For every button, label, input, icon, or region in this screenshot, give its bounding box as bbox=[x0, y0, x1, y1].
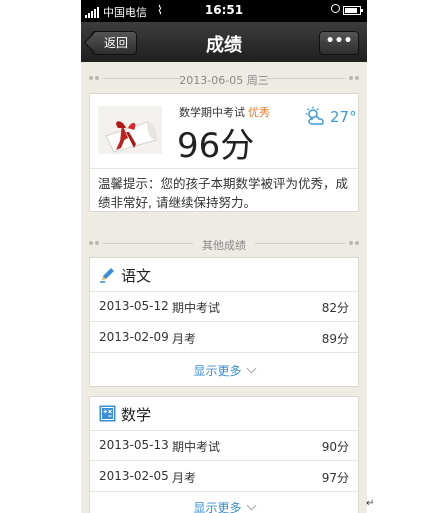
record-score: 90分 bbox=[321, 440, 349, 454]
score-row[interactable]: 2013-02-09 月考 89分 bbox=[90, 322, 358, 353]
status-time: 16:51 bbox=[204, 3, 244, 17]
math-icon bbox=[99, 405, 116, 422]
divider bbox=[90, 168, 358, 169]
status-bar: 中国电信 ⌇ 16:51 bbox=[81, 0, 367, 22]
alarm-icon bbox=[331, 4, 340, 13]
date-separator: 2013-06-05 周三 bbox=[89, 72, 359, 87]
partly-cloudy-icon bbox=[305, 106, 324, 125]
subject-card-chinese: 语文 2013-05-12 期中考试 82分 2013-02-09 月考 89分… bbox=[89, 257, 359, 387]
navigation-bar: 返回 成绩 ••• bbox=[81, 22, 367, 62]
latest-score-card[interactable]: 数学期中考试 优秀 96分 27° 温馨提示：您的孩子本期数学被评为优秀，成绩非… bbox=[89, 93, 359, 212]
other-scores-separator: 其他成绩 bbox=[89, 237, 359, 252]
record-exam: 月考 bbox=[172, 471, 197, 485]
return-mark: ↵ bbox=[366, 498, 375, 509]
subject-name: 语文 bbox=[121, 267, 152, 285]
record-score: 89分 bbox=[321, 332, 349, 346]
record-date: 2013-02-09 bbox=[99, 330, 169, 344]
show-more-button[interactable]: 显示更多 bbox=[90, 499, 358, 513]
phone-screen: 中国电信 ⌇ 16:51 返回 成绩 ••• 2013-06-05 周三 数学期… bbox=[81, 0, 367, 513]
show-more-label: 显示更多 bbox=[193, 501, 242, 513]
subject-card-math: 数学 2013-05-13 期中考试 90分 2013-02-05 月考 97分… bbox=[89, 396, 359, 513]
record-exam: 期中考试 bbox=[172, 301, 221, 315]
record-date: 2013-02-05 bbox=[99, 469, 169, 483]
record-score: 82分 bbox=[321, 301, 349, 315]
battery-icon bbox=[343, 6, 363, 15]
score-value: 96分 bbox=[177, 126, 255, 166]
record-exam: 期中考试 bbox=[172, 440, 221, 454]
subject-header: 语文 bbox=[90, 258, 358, 292]
record-exam: 月考 bbox=[172, 332, 197, 346]
subject-name: 数学 bbox=[121, 406, 152, 424]
subject-header: 数学 bbox=[90, 397, 358, 431]
score-row[interactable]: 2013-05-12 期中考试 82分 bbox=[90, 291, 358, 322]
other-scores-label: 其他成绩 bbox=[202, 239, 246, 252]
chevron-down-icon bbox=[246, 500, 256, 511]
record-date: 2013-05-13 bbox=[99, 438, 169, 452]
temperature: 27° bbox=[330, 108, 357, 126]
score-row[interactable]: 2013-02-05 月考 97分 bbox=[90, 461, 358, 492]
record-score: 97分 bbox=[321, 471, 349, 485]
chevron-down-icon bbox=[246, 363, 256, 374]
tip-text: 温馨提示：您的孩子本期数学被评为优秀，成绩非常好, 请继续保持努力。 bbox=[98, 176, 349, 210]
show-more-button[interactable]: 显示更多 bbox=[90, 362, 358, 379]
record-date: 2013-05-12 bbox=[99, 299, 169, 313]
score-row[interactable]: 2013-05-13 期中考试 90分 bbox=[90, 430, 358, 461]
more-options-button[interactable]: ••• bbox=[319, 31, 359, 55]
diploma-icon bbox=[98, 106, 162, 154]
pen-icon bbox=[100, 268, 114, 283]
show-more-label: 显示更多 bbox=[193, 364, 242, 378]
latest-date: 2013-06-05 周三 bbox=[179, 74, 269, 87]
